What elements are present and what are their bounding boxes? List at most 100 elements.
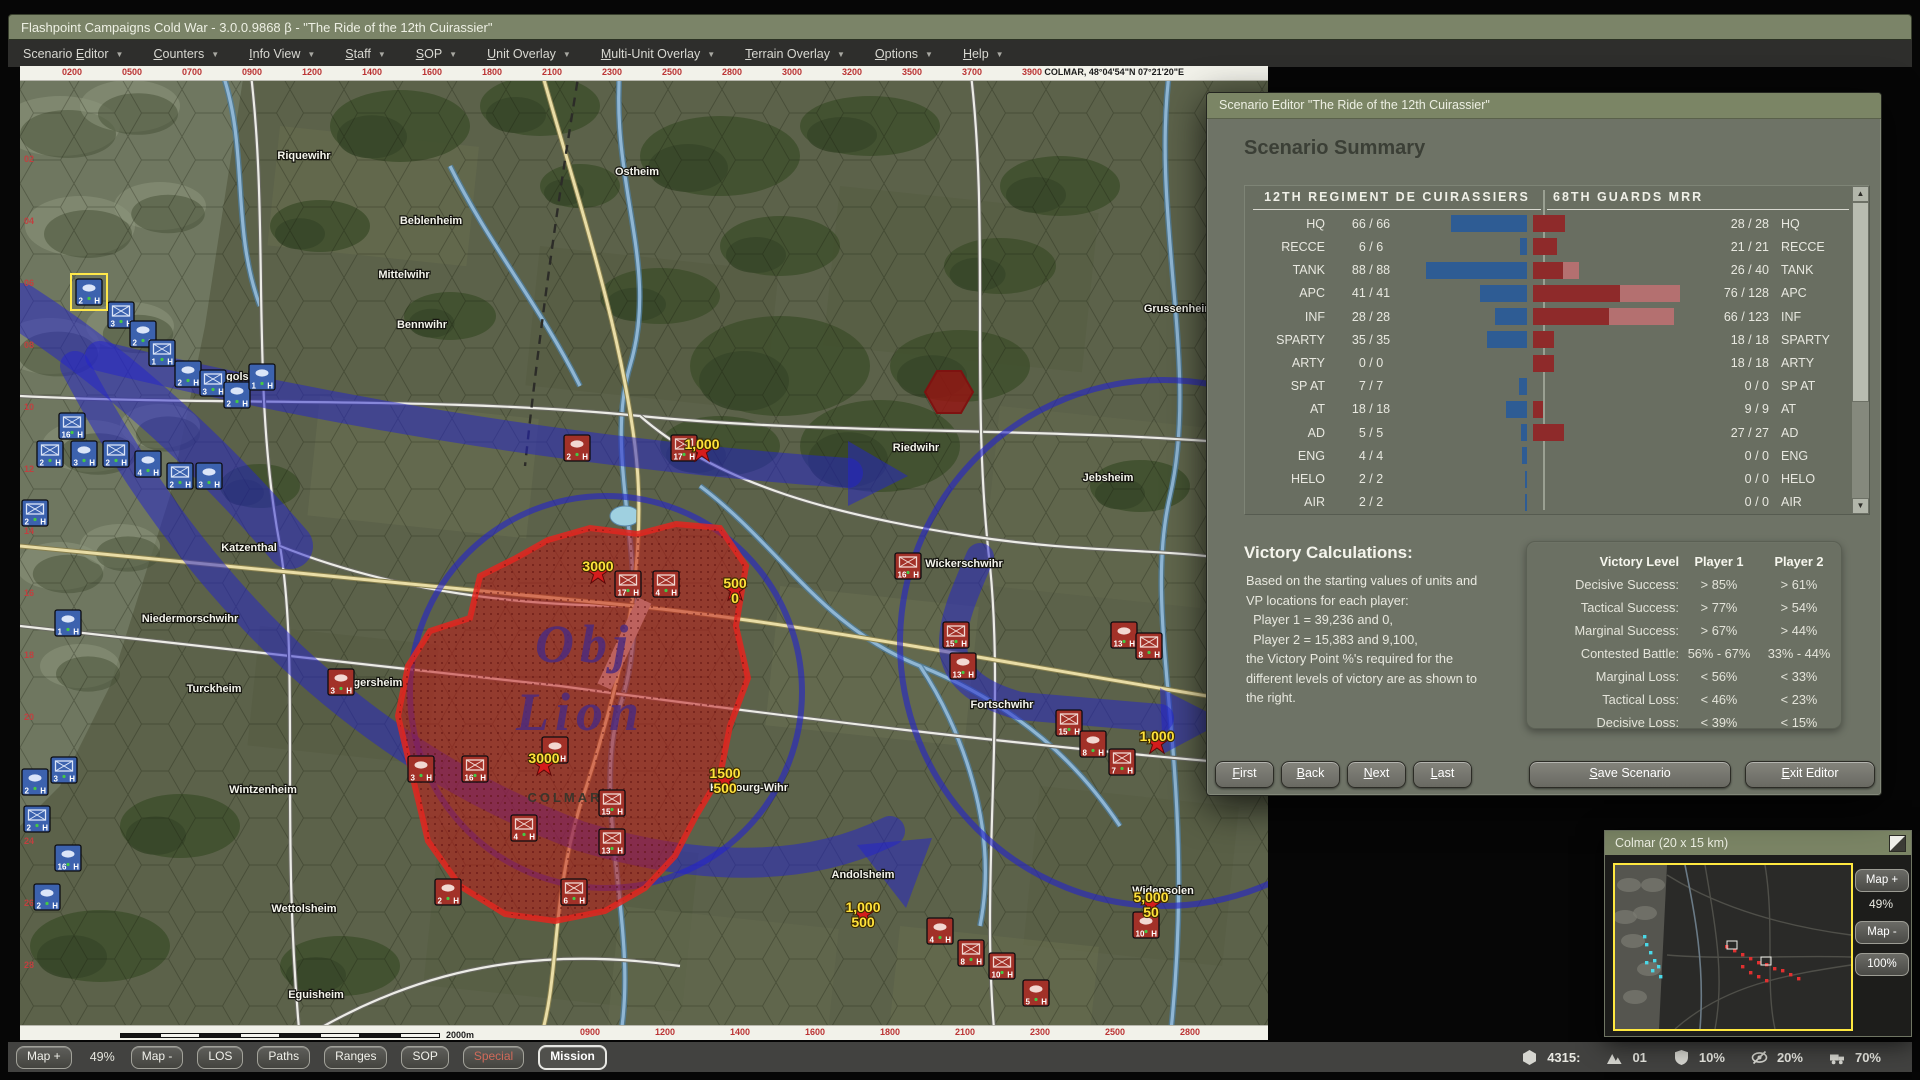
back-button[interactable]: Back <box>1281 761 1340 788</box>
red-unit-counter[interactable]: 8H <box>1136 633 1162 660</box>
player2-count: 0 / 0 <box>1691 495 1769 509</box>
red-unit-counter[interactable]: 13H <box>950 653 976 680</box>
blue-unit-counter[interactable]: 2H <box>22 769 48 796</box>
menu-unit-overlay[interactable]: Unit Overlay▼ <box>472 40 586 67</box>
scroll-up-icon[interactable]: ▲ <box>1852 186 1869 202</box>
blue-unit-counter[interactable]: 1H <box>249 364 275 391</box>
red-unit-counter[interactable]: 17H <box>615 571 641 598</box>
last-button[interactable]: Last <box>1413 761 1472 788</box>
resize-icon[interactable] <box>1889 835 1906 852</box>
red-unit-counter[interactable]: 3H <box>328 669 354 696</box>
ruler-tick: 3700 <box>962 67 982 77</box>
svg-text:2: 2 <box>178 379 183 388</box>
red-unit-counter[interactable]: 2H <box>564 435 590 462</box>
blue-unit-counter[interactable]: 2H <box>167 463 193 490</box>
menu-multi-unit-overlay[interactable]: Multi-Unit Overlay▼ <box>586 40 730 67</box>
blue-unit-counter[interactable]: 2H <box>22 500 48 527</box>
ruler-tick: 1400 <box>730 1027 750 1037</box>
window-titlebar[interactable]: Flashpoint Campaigns Cold War - 3.0.0.98… <box>8 14 1912 40</box>
red-unit-counter[interactable]: 3H <box>408 756 434 783</box>
blue-unit-counter[interactable]: 1H <box>149 340 175 367</box>
victory-col-header: Player 2 <box>1759 554 1839 569</box>
vp-marker: ★3000 <box>528 749 559 782</box>
blue-unit-counter[interactable]: 1H <box>55 610 81 637</box>
blue-unit-counter[interactable]: 3H <box>196 463 222 490</box>
red-unit-counter[interactable]: 15H <box>943 622 969 649</box>
menu-sop[interactable]: SOP▼ <box>401 40 472 67</box>
red-unit-counter[interactable]: 5H <box>1023 980 1049 1007</box>
los-button[interactable]: LOS <box>197 1046 243 1069</box>
menu-terrain-overlay[interactable]: Terrain Overlay▼ <box>730 40 860 67</box>
menu-info-view[interactable]: Info View▼ <box>234 40 330 67</box>
menu-counters[interactable]: Counters▼ <box>138 40 234 67</box>
red-unit-counter[interactable]: 13H <box>599 829 625 856</box>
blue-unit-counter[interactable]: 3H <box>200 370 226 397</box>
menu-options[interactable]: Options▼ <box>860 40 948 67</box>
scrollbar-thumb[interactable] <box>1852 202 1869 402</box>
exit-editor-button[interactable]: Exit Editor <box>1745 761 1875 788</box>
red-unit-counter[interactable]: 4H <box>511 815 537 842</box>
blue-unit-counter[interactable]: 2H <box>175 361 201 388</box>
vp-marker: ★1,000 <box>1139 727 1174 760</box>
player1-count: 5 / 5 <box>1325 426 1417 440</box>
first-button[interactable]: First <box>1215 761 1274 788</box>
unit-type-label: AD <box>1245 426 1325 440</box>
menu-staff[interactable]: Staff▼ <box>330 40 400 67</box>
red-unit-counter[interactable]: 16H <box>462 756 488 783</box>
ranges-button[interactable]: Ranges <box>324 1046 387 1069</box>
svg-text:3: 3 <box>74 459 79 468</box>
red-unit-counter[interactable]: 10H <box>989 953 1015 980</box>
red-unit-counter[interactable]: 8H <box>958 940 984 967</box>
map-viewport[interactable]: ObjLion0204060810121416182022242628Rique… <box>20 66 1268 1040</box>
paths-button[interactable]: Paths <box>257 1046 310 1069</box>
red-unit-counter[interactable]: 15H <box>599 790 625 817</box>
blue-unit-counter[interactable]: 2H <box>24 806 50 833</box>
blue-unit-counter[interactable]: 2H <box>224 382 250 409</box>
map-minus-button[interactable]: Map - <box>131 1046 184 1069</box>
unit-type-label: RECCE <box>1245 240 1325 254</box>
red-unit-counter[interactable]: 2H <box>435 879 461 906</box>
summary-row: APC41 / 4176 / 128APC <box>1245 282 1851 305</box>
summary-scrollbar[interactable]: ▲ ▼ <box>1852 186 1869 514</box>
red-unit-counter[interactable]: 4H <box>653 571 679 598</box>
svg-text:2: 2 <box>133 339 138 348</box>
blue-unit-counter[interactable]: 2H <box>76 279 102 306</box>
sop-button[interactable]: SOP <box>401 1046 448 1069</box>
blue-unit-counter[interactable]: 3H <box>71 441 97 468</box>
blue-unit-counter[interactable]: 2H <box>34 884 60 911</box>
blue-unit-counter[interactable]: 3H <box>51 757 77 784</box>
special-button[interactable]: Special <box>463 1046 524 1069</box>
blue-unit-counter[interactable]: 4H <box>135 451 161 478</box>
scale-segment <box>320 1033 360 1038</box>
red-unit-counter[interactable]: 8H <box>1080 731 1106 758</box>
save-scenario-button[interactable]: Save Scenario <box>1529 761 1731 788</box>
red-unit-counter[interactable]: 7H <box>1109 749 1135 776</box>
minimap-full-zoom-button[interactable]: 100% <box>1855 953 1909 976</box>
minimap-map-plus-button[interactable]: Map + <box>1855 869 1909 892</box>
next-button[interactable]: Next <box>1347 761 1406 788</box>
minimap-titlebar[interactable]: Colmar (20 x 15 km) <box>1605 831 1911 855</box>
blue-unit-counter[interactable]: 2H <box>103 441 129 468</box>
blue-unit-counter[interactable]: 2H <box>37 441 63 468</box>
menu-scenario-editor[interactable]: Scenario Editor▼ <box>8 40 138 67</box>
player2-count: 0 / 0 <box>1691 379 1769 393</box>
blue-unit-counter[interactable]: 16H <box>59 413 85 440</box>
map-plus-button[interactable]: Map + <box>16 1046 72 1069</box>
scroll-down-icon[interactable]: ▼ <box>1852 498 1869 514</box>
ruler-tick: 08 <box>24 340 34 350</box>
mission-button[interactable]: Mission <box>538 1045 607 1070</box>
svg-text:H: H <box>633 589 639 598</box>
red-unit-counter[interactable]: 15H <box>1056 710 1082 737</box>
minimap-image[interactable] <box>1613 863 1853 1031</box>
red-unit-counter[interactable]: 16H <box>895 553 921 580</box>
red-unit-counter[interactable]: 13H <box>1111 622 1137 649</box>
blue-unit-counter[interactable]: 16H <box>55 845 81 872</box>
player2-bar <box>1533 331 1554 348</box>
red-unit-counter[interactable]: 4H <box>927 918 953 945</box>
dialog-titlebar[interactable]: Scenario Editor "The Ride of the 12th Cu… <box>1207 93 1881 119</box>
minimap-map-minus-button[interactable]: Map - <box>1855 921 1909 944</box>
menu-label: Unit Overlay <box>487 47 556 61</box>
map-svg[interactable]: ObjLion0204060810121416182022242628Rique… <box>20 66 1268 1040</box>
red-unit-counter[interactable]: 6H <box>561 879 587 906</box>
menu-help[interactable]: Help▼ <box>948 40 1019 67</box>
